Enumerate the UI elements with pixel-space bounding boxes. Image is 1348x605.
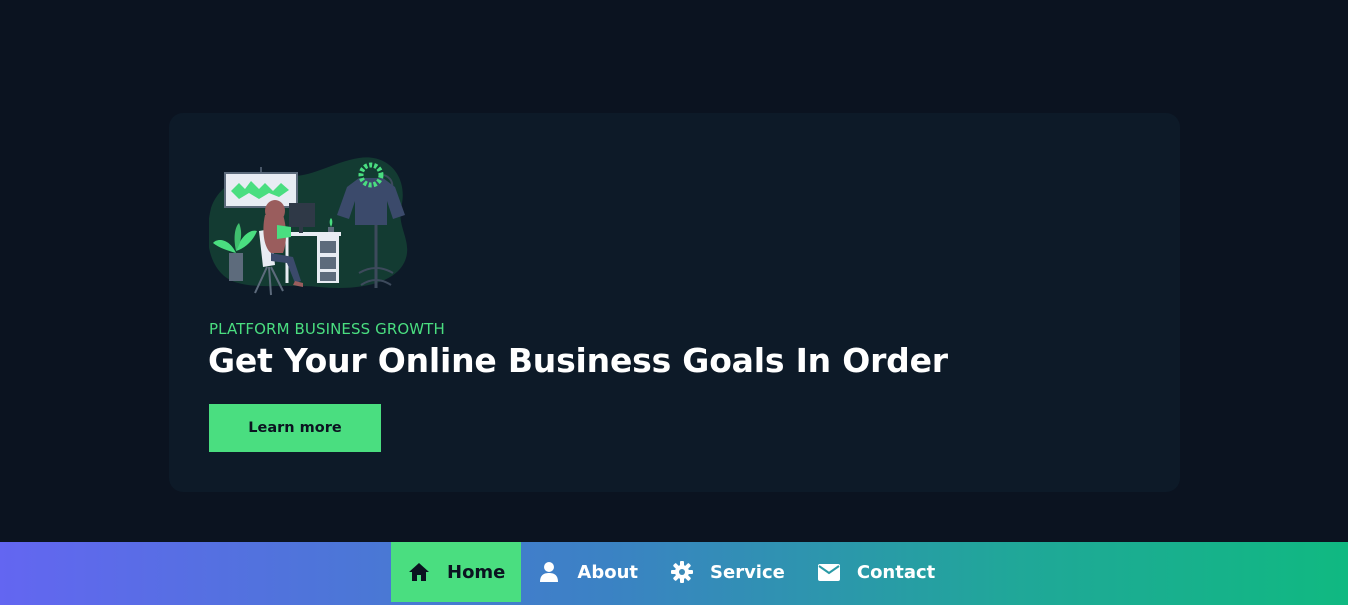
woman-at-desk-illustration [207,153,419,298]
nav-item-label: Home [447,561,506,583]
envelope-icon [817,560,841,584]
hero-eyebrow: PLATFORM BUSINESS GROWTH [209,320,445,338]
nav-item-about[interactable]: About [521,542,654,602]
learn-more-button[interactable]: Learn more [209,404,381,452]
user-icon [537,560,561,584]
nav-item-home[interactable]: Home [391,542,522,602]
hero-headline: Get Your Online Business Goals In Order [208,341,948,380]
nav-item-service[interactable]: Service [654,542,801,602]
nav-item-label: Service [710,561,785,583]
bottom-navbar: Home About Service Contact [0,542,1348,605]
gear-icon [670,560,694,584]
hero-card: PLATFORM BUSINESS GROWTH Get Your Online… [169,113,1180,492]
nav-item-label: Contact [856,561,936,583]
home-icon [407,560,431,584]
nav-item-contact[interactable]: Contact [801,542,951,602]
nav-list: Home About Service Contact [391,542,951,602]
nav-item-label: About [577,561,639,583]
